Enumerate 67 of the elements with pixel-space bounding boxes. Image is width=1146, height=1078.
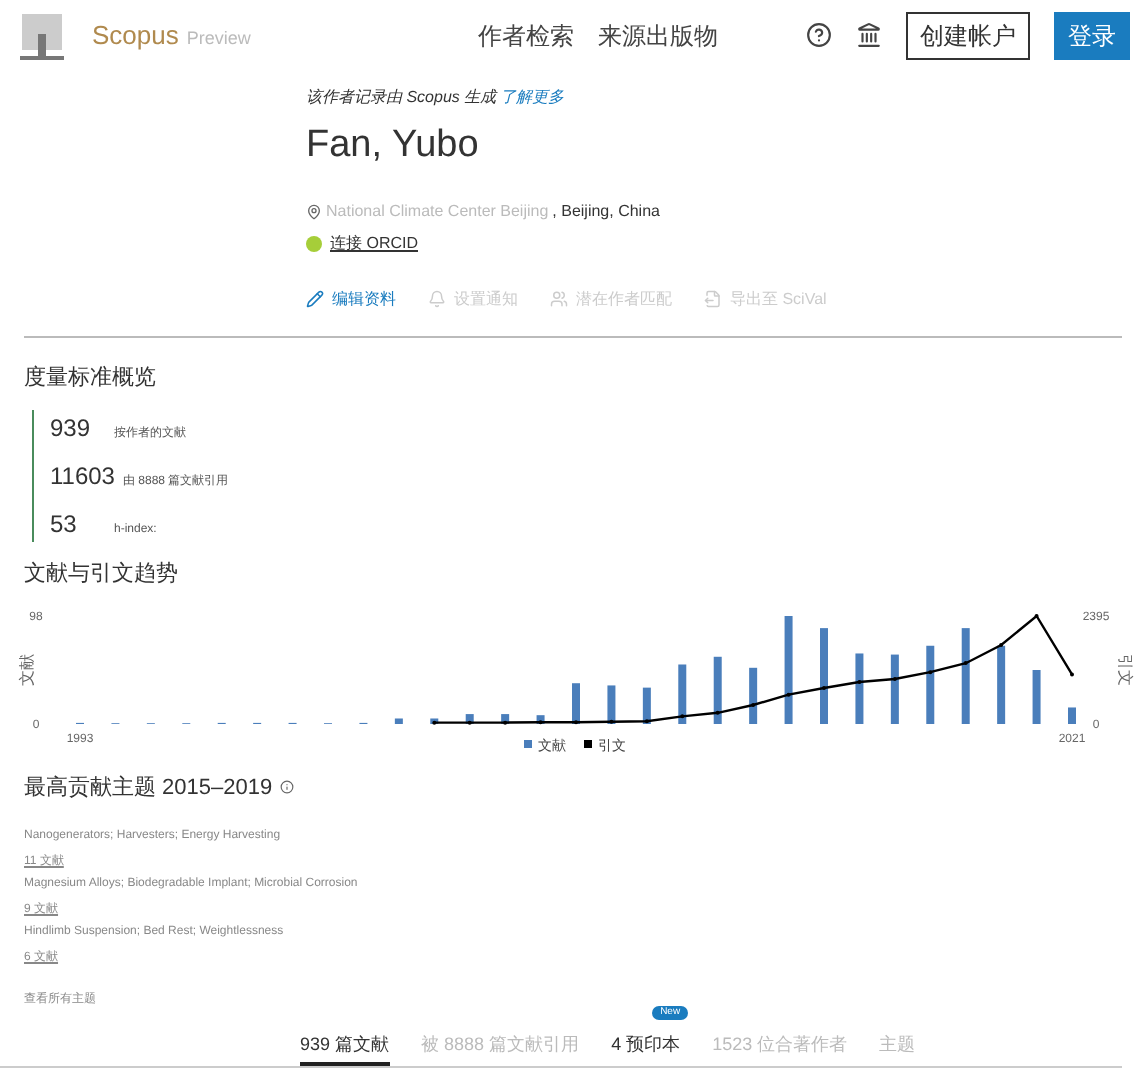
point	[503, 719, 508, 724]
point	[680, 713, 685, 718]
notice-text: 该作者记录由 Scopus 生成 了解更多	[306, 86, 567, 110]
location-text: , Beijing, China	[552, 199, 660, 223]
bar	[572, 682, 580, 723]
learn-more-link[interactable]: 了解更多	[500, 88, 565, 106]
help-icon[interactable]	[806, 22, 832, 48]
export-icon	[704, 290, 722, 308]
tab[interactable]: 主题	[879, 1031, 916, 1066]
point	[715, 709, 720, 714]
bar	[749, 666, 758, 723]
tab[interactable]: 939 篇文献	[300, 1031, 390, 1066]
nav-link[interactable]: 来源出版物	[598, 17, 718, 53]
bar	[607, 684, 616, 723]
pencil-icon	[306, 290, 324, 308]
point	[999, 642, 1004, 647]
metric-value: 53	[50, 508, 79, 542]
author-name: Fan, Yubo	[306, 122, 481, 170]
point	[538, 719, 543, 724]
location-icon	[306, 203, 322, 219]
logo-text: Scopus	[92, 17, 179, 54]
people-icon	[550, 290, 568, 308]
axis-title: 引文	[1116, 653, 1134, 685]
bar	[961, 627, 970, 723]
point	[644, 718, 649, 723]
point	[857, 679, 862, 684]
point	[751, 702, 756, 707]
orcid-link[interactable]: 连接 ORCID	[330, 231, 418, 255]
bell-icon	[428, 290, 446, 308]
bar	[926, 644, 935, 723]
tab[interactable]: 被 8888 篇文献引用	[421, 1031, 580, 1066]
institution-text: National Climate Center Beijing	[326, 199, 549, 223]
bar	[713, 655, 722, 723]
point	[786, 691, 791, 696]
bar	[1032, 669, 1041, 723]
create-account-button[interactable]: 创建帐户	[906, 11, 1030, 59]
bar	[678, 663, 687, 723]
point	[892, 675, 897, 680]
action-link[interactable]: 编辑资料	[332, 287, 396, 311]
bar	[642, 686, 651, 723]
section-title: 度量标准概览	[24, 363, 158, 393]
point	[928, 669, 933, 674]
section-title: 文献与引文趋势	[24, 559, 180, 590]
bar	[855, 652, 864, 723]
point	[467, 719, 472, 724]
bar	[820, 627, 828, 723]
metric-value: 11603	[50, 460, 115, 494]
orcid-icon	[306, 235, 322, 251]
tab[interactable]: 4 预印本	[611, 1031, 681, 1066]
logo-subtitle: Preview	[186, 25, 251, 52]
metric-value: 939	[50, 412, 93, 446]
legend-swatch	[584, 739, 592, 747]
bar	[394, 717, 403, 723]
bar	[890, 653, 899, 723]
tab[interactable]: 1523 位合著作者	[712, 1031, 848, 1066]
info-icon[interactable]	[280, 780, 295, 795]
point	[963, 660, 968, 665]
bar	[997, 644, 1006, 723]
section-title: 最高贡献主题 2015–2019	[24, 773, 273, 803]
sign-in-button[interactable]: 登录	[1054, 11, 1130, 59]
bar	[1068, 706, 1076, 723]
nav-link[interactable]: 作者检索	[478, 17, 574, 53]
axis-title: 文献	[18, 653, 36, 685]
bar	[784, 615, 793, 723]
legend-swatch	[524, 739, 532, 747]
point	[609, 718, 614, 723]
institution-icon[interactable]	[856, 22, 882, 48]
